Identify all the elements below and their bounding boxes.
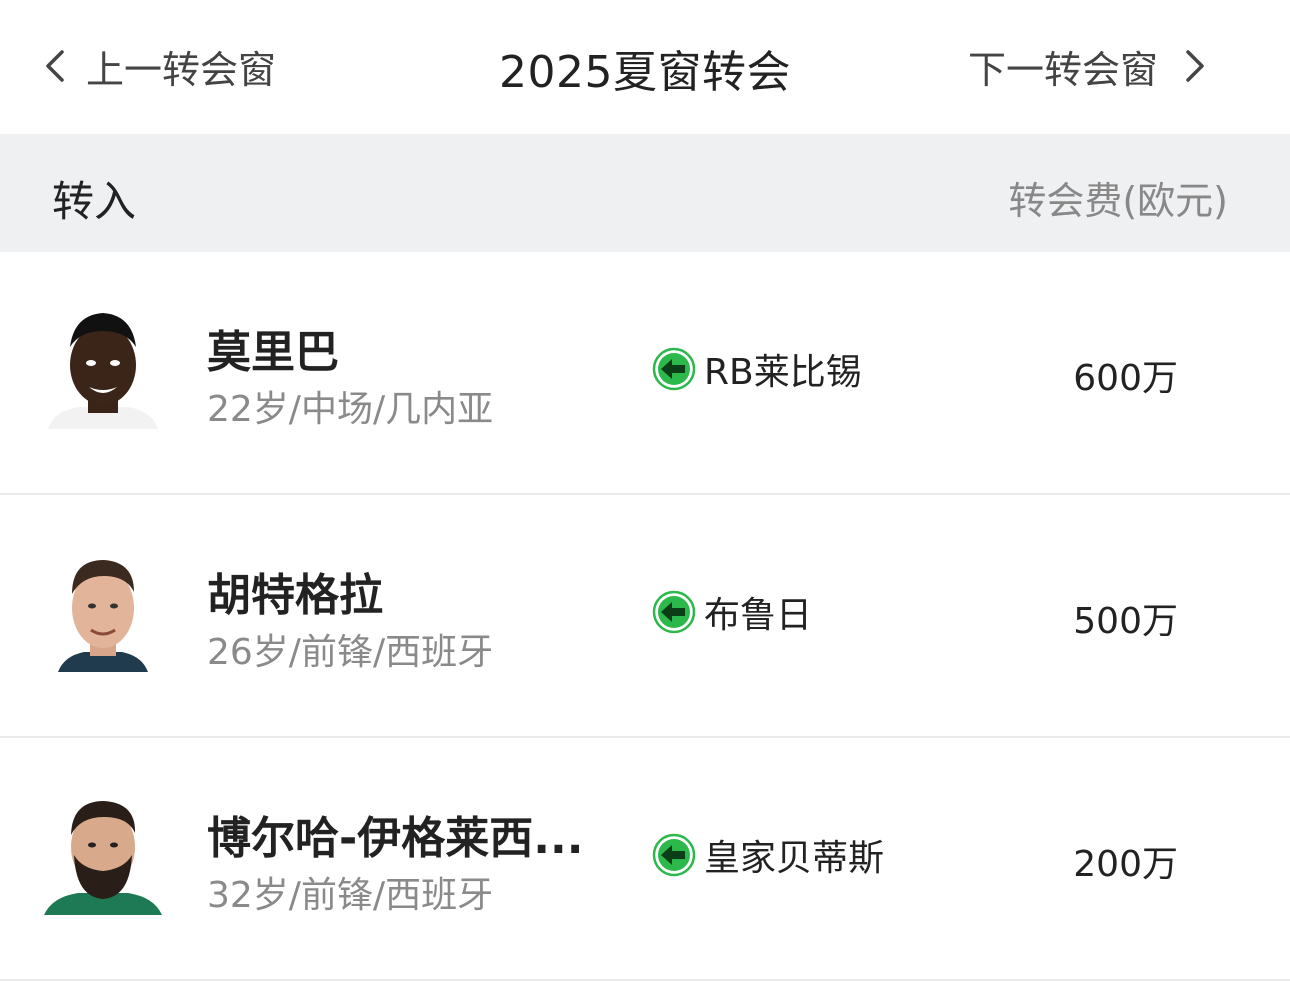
from-club-name: 布鲁日: [704, 595, 813, 636]
transfer-fee: 500万: [1073, 601, 1178, 642]
player-avatar: [44, 550, 162, 672]
player-avatar: [44, 307, 162, 429]
player-meta: 22岁/中场/几内亚: [207, 389, 494, 430]
from-club-name: RB莱比锡: [704, 352, 862, 393]
from-club-name: 皇家贝蒂斯: [704, 838, 885, 879]
player-name: 胡特格拉: [207, 570, 383, 621]
arrow-left-circle-icon: [652, 347, 696, 391]
arrow-left-circle-icon: [652, 833, 696, 877]
next-window-button[interactable]: 下一转会窗: [968, 38, 1210, 94]
player-meta: 26岁/前锋/西班牙: [207, 632, 494, 673]
player-meta: 32岁/前锋/西班牙: [207, 875, 494, 916]
player-name: 博尔哈-伊格莱西...: [207, 813, 584, 864]
transfer-row[interactable]: 莫里巴 22岁/中场/几内亚 RB莱比锡 600万: [0, 252, 1290, 495]
fee-column-header: 转会费(欧元): [1008, 179, 1228, 223]
transfer-row[interactable]: 胡特格拉 26岁/前锋/西班牙 布鲁日 500万: [0, 495, 1290, 738]
transfer-fee: 200万: [1073, 844, 1178, 885]
next-window-label: 下一转会窗: [967, 47, 1158, 92]
transfer-row[interactable]: 博尔哈-伊格莱西... 32岁/前锋/西班牙 皇家贝蒂斯 200万: [0, 738, 1290, 981]
from-club: RB莱比锡: [652, 346, 862, 393]
chevron-right-icon: [1186, 50, 1204, 82]
player-avatar: [44, 793, 162, 915]
section-header: 转入 转会费(欧元): [0, 134, 1290, 252]
arrow-left-circle-icon: [652, 590, 696, 634]
from-club: 布鲁日: [652, 589, 813, 636]
transfer-list: 莫里巴 22岁/中场/几内亚 RB莱比锡 600万 胡特格拉 26岁/前锋/西班…: [0, 252, 1290, 981]
from-club: 皇家贝蒂斯: [652, 832, 885, 879]
section-title: 转入: [52, 177, 137, 226]
transfer-window-nav: 上一转会窗 2025夏窗转会 下一转会窗: [0, 0, 1290, 134]
transfer-fee: 600万: [1073, 358, 1178, 399]
player-name: 莫里巴: [207, 327, 339, 378]
